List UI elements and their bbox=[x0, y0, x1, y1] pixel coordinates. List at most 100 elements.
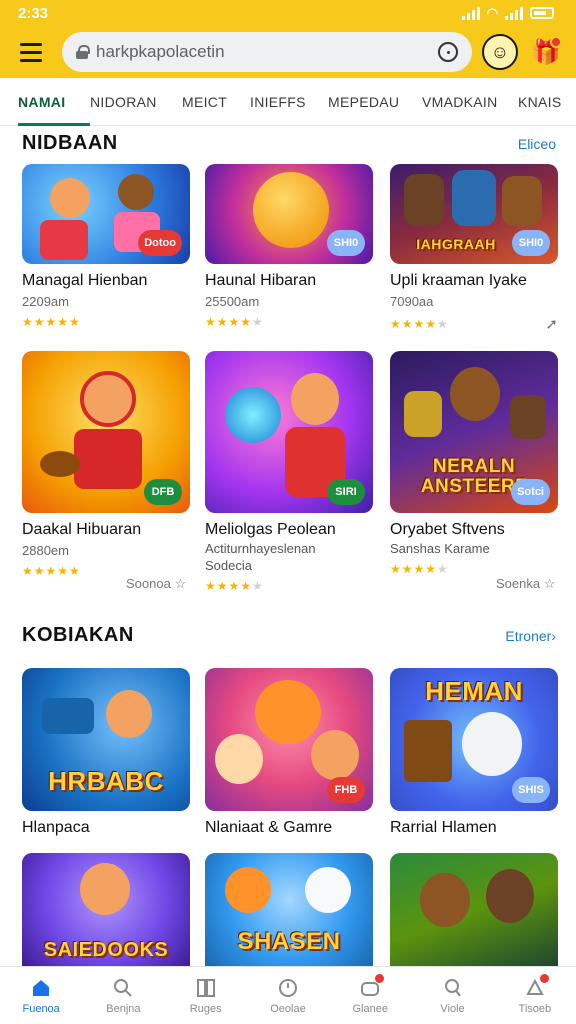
game-title[interactable]: Daakal Hibuaran bbox=[22, 521, 190, 539]
see-more-link[interactable]: Etroner› bbox=[505, 628, 556, 644]
tab-nidoran[interactable]: NIDORAN bbox=[90, 78, 182, 126]
game-card[interactable]: HRBABC Hlanpaca bbox=[22, 668, 190, 837]
character-art bbox=[118, 174, 154, 210]
game-card[interactable]: NERALN ANSTEERF Sotci Oryabet Sftvens Sa… bbox=[390, 351, 558, 576]
game-thumbnail[interactable]: Dotoo bbox=[22, 164, 190, 264]
nav-history[interactable]: Oeolae bbox=[247, 967, 329, 1024]
nav-label: Fuenoa bbox=[22, 1002, 60, 1015]
rating-row: ★★★★★ bbox=[22, 315, 190, 329]
tab-inieffs[interactable]: INIEFFS bbox=[250, 78, 328, 126]
nav-label: Viole bbox=[440, 1002, 465, 1015]
home-icon bbox=[30, 977, 52, 999]
game-card[interactable]: HEMAN SHIS Rarrial Hlamen bbox=[390, 668, 558, 837]
emoji-face-art bbox=[253, 172, 329, 248]
section-header-2: KOBIAKAN Etroner› bbox=[22, 624, 556, 647]
game-subtitle: Actiturnhayeslenan bbox=[205, 541, 316, 556]
game-thumbnail[interactable]: SHI0 bbox=[205, 164, 373, 264]
tab-namai[interactable]: NAMAI bbox=[18, 78, 90, 126]
meta-label: Soonoa ☆ bbox=[126, 576, 187, 591]
game-title[interactable]: Hlanpaca bbox=[22, 819, 190, 837]
menu-icon[interactable] bbox=[12, 32, 52, 72]
battery-icon bbox=[530, 7, 554, 19]
url-text[interactable]: harkpkapolacetin bbox=[96, 42, 430, 62]
rating-row: ★★★★★ bbox=[390, 562, 558, 576]
signal-icon-2 bbox=[505, 6, 523, 20]
rating-stars: ★★★★★ bbox=[205, 579, 264, 593]
see-more-link[interactable]: Eliceo bbox=[518, 136, 556, 152]
thumbnail-text: HRBABC bbox=[48, 766, 164, 796]
game-thumbnail[interactable]: SHASEN bbox=[205, 853, 373, 970]
rating-stars: ★★★★★ bbox=[22, 564, 81, 578]
rating-stars: ★★★★★ bbox=[390, 562, 449, 576]
game-card[interactable]: SIRI Meliolgas Peolean Actiturnhayeslena… bbox=[205, 351, 373, 593]
game-title[interactable]: Rarrial Hlamen bbox=[390, 819, 558, 837]
character-art bbox=[40, 220, 88, 260]
game-card[interactable]: Dotoo Managal Hienban 2209am ★★★★★ bbox=[22, 164, 190, 329]
tab-knais[interactable]: KNAIS bbox=[518, 78, 570, 126]
game-card[interactable]: FHB Nlaniaat & Gamre bbox=[205, 668, 373, 837]
game-thumbnail[interactable]: FHB bbox=[205, 668, 373, 811]
character-art bbox=[291, 373, 339, 425]
game-thumbnail[interactable] bbox=[390, 853, 558, 970]
tab-vmadkain[interactable]: VMADKAIN bbox=[422, 78, 518, 126]
game-title[interactable]: Haunal Hibaran bbox=[205, 272, 373, 290]
rating-stars: ★★★★★ bbox=[22, 315, 81, 329]
game-title[interactable]: Nlaniaat & Gamre bbox=[205, 819, 373, 837]
character-art bbox=[74, 429, 142, 489]
meta-label: Soenka ☆ bbox=[496, 576, 556, 591]
game-thumbnail[interactable]: IAHGRAAH SHI0 bbox=[390, 164, 558, 264]
game-subtitle-2: Sodecia bbox=[205, 558, 252, 573]
tab-mepedau[interactable]: MEPEDAU bbox=[328, 78, 422, 126]
blaster-art bbox=[42, 698, 94, 734]
nav-label: Ruges bbox=[189, 1002, 222, 1015]
game-thumbnail[interactable]: NERALN ANSTEERF Sotci bbox=[390, 351, 558, 513]
share-icon[interactable]: ➚ bbox=[545, 315, 558, 333]
treasure-art bbox=[404, 720, 452, 782]
status-badge: Sotci bbox=[511, 479, 550, 505]
status-icons: ◠ bbox=[461, 5, 554, 21]
nav-search[interactable]: Benjna bbox=[82, 967, 164, 1024]
game-card[interactable]: DFB Daakal Hibuaran 2880em ★★★★★ bbox=[22, 351, 190, 578]
character-art bbox=[80, 371, 136, 427]
nav-profile[interactable]: Tisoeb bbox=[494, 967, 576, 1024]
character-art bbox=[225, 867, 271, 913]
game-thumbnail[interactable]: SIRI bbox=[205, 351, 373, 513]
gift-icon[interactable]: 🎁 bbox=[528, 34, 564, 70]
game-title[interactable]: Oryabet Sftvens bbox=[390, 521, 558, 539]
thumbnail-text: IAHGRAAH bbox=[416, 236, 496, 252]
rating-row: ★★★★★ bbox=[205, 579, 373, 593]
avatar[interactable]: ☺ bbox=[482, 34, 518, 70]
nav-label: Glanee bbox=[352, 1002, 388, 1015]
game-time: 2209am bbox=[22, 294, 69, 309]
game-title[interactable]: Managal Hienban bbox=[22, 272, 190, 290]
nav-home[interactable]: Fuenoa bbox=[0, 967, 82, 1024]
game-card[interactable] bbox=[390, 853, 558, 970]
nav-video[interactable]: Viole bbox=[411, 967, 493, 1024]
nav-pages[interactable]: Ruges bbox=[165, 967, 247, 1024]
game-card[interactable]: SAIEDOOKS bbox=[22, 853, 190, 970]
status-time: 2:33 bbox=[18, 4, 49, 22]
game-thumbnail[interactable]: SAIEDOOKS bbox=[22, 853, 190, 970]
thumbnail-text: SAIEDOOKS bbox=[43, 939, 169, 961]
status-bar: 2:33 ◠ bbox=[0, 0, 576, 26]
url-bar[interactable]: harkpkapolacetin bbox=[62, 32, 472, 72]
character-art bbox=[404, 174, 444, 226]
game-card[interactable]: SHASEN bbox=[205, 853, 373, 970]
history-icon[interactable] bbox=[438, 42, 458, 62]
game-card[interactable]: IAHGRAAH SHI0 Upli kraaman Iyake 7090aa … bbox=[390, 164, 558, 333]
nav-games[interactable]: Glanee bbox=[329, 967, 411, 1024]
rating-stars: ★★★★★ bbox=[390, 317, 449, 331]
status-badge: DFB bbox=[144, 479, 182, 505]
tab-meict[interactable]: MEICT bbox=[182, 78, 250, 126]
game-time: 7090aa bbox=[390, 294, 434, 309]
game-card[interactable]: SHI0 Haunal Hibaran 25500am ★★★★★ bbox=[205, 164, 373, 329]
game-thumbnail[interactable]: DFB bbox=[22, 351, 190, 513]
game-title[interactable]: Upli kraaman Iyake bbox=[390, 272, 558, 290]
status-badge: SIRI bbox=[327, 479, 365, 505]
game-title[interactable]: Meliolgas Peolean bbox=[205, 521, 373, 539]
nav-label: Oeolae bbox=[270, 1002, 306, 1015]
game-thumbnail[interactable]: HEMAN SHIS bbox=[390, 668, 558, 811]
notification-dot bbox=[550, 36, 562, 48]
status-badge: Dotoo bbox=[138, 230, 182, 256]
game-thumbnail[interactable]: HRBABC bbox=[22, 668, 190, 811]
